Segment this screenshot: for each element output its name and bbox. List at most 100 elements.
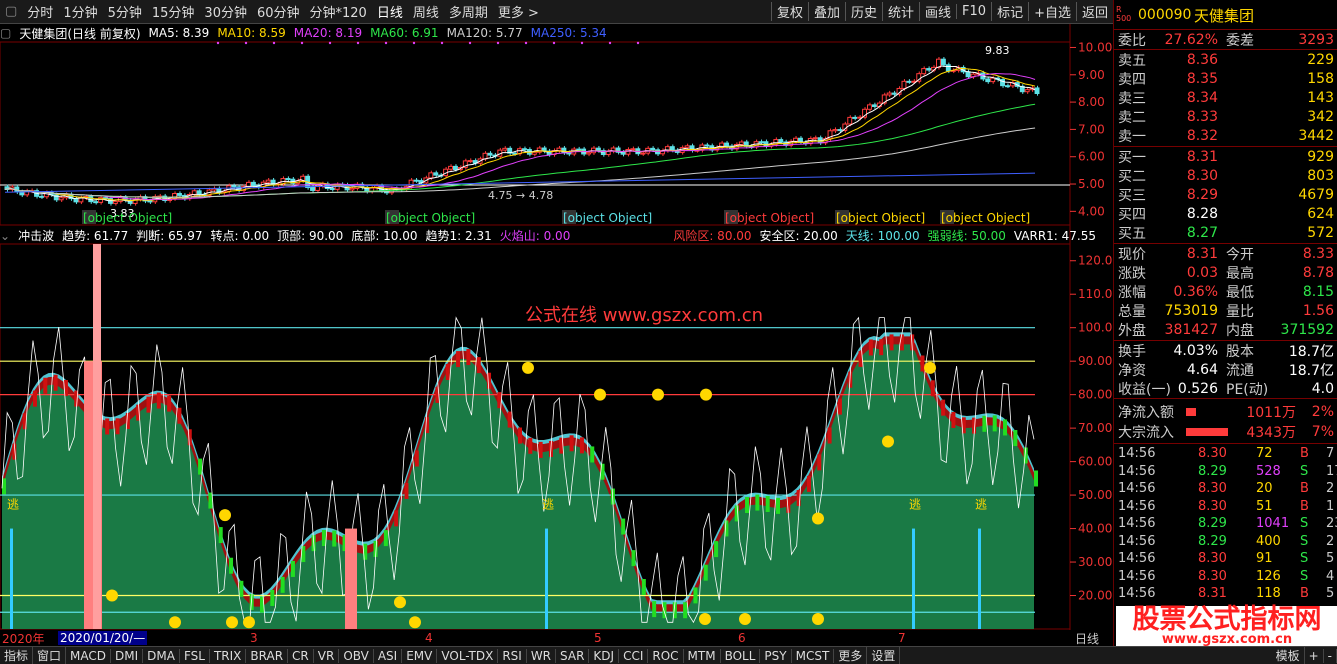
tick-time: 14:56 (1118, 481, 1156, 496)
trend-step-bar (394, 510, 399, 527)
period-tab[interactable]: 分时 (22, 2, 58, 21)
toolbar-button[interactable]: 复权 (770, 2, 808, 21)
ask-row: 卖一 8.32 3442 (1116, 126, 1336, 145)
emoji-face-icon (739, 612, 751, 625)
trend-step-bar (146, 396, 151, 413)
indicator-tab[interactable]: TRIX (210, 648, 247, 663)
toolbar-menu-icon[interactable]: ▢ (0, 4, 22, 19)
stat-label: 量比 (1226, 303, 1254, 320)
period-tab[interactable]: 1分钟 (58, 2, 102, 21)
toolbar-button[interactable]: 画线 (919, 2, 956, 21)
indicator-tab[interactable]: ROC (648, 648, 684, 663)
indicator-tab[interactable]: CCI (619, 648, 649, 663)
tick-time: 14:56 (1118, 568, 1156, 584)
tick-time: 14:56 (1118, 516, 1156, 531)
indicator-tab[interactable]: PSY (760, 648, 792, 663)
mid-annotation: 4.75 → 4.78 (488, 189, 553, 202)
bid-row: 买五 8.27 572 (1116, 223, 1336, 242)
flow-value: 4343万 (1246, 424, 1296, 441)
kline-chart[interactable]: 10.009.008.007.006.005.004.009.833.834.7… (0, 24, 1113, 646)
signal-dot (496, 41, 500, 45)
trend-step-bar (290, 560, 295, 577)
candle-body (595, 147, 601, 152)
tick-time: 14:56 (1118, 446, 1156, 461)
indicator-tab[interactable]: 窗口 (33, 647, 67, 664)
candle-body (738, 141, 744, 145)
toolbar-button[interactable]: 统计 (882, 2, 919, 21)
trend-step-bar (43, 377, 48, 394)
tick-count: 1 (1326, 498, 1335, 514)
trend-step-bar (951, 411, 956, 428)
bid-volume: 572 (1307, 224, 1334, 241)
indicator-tab[interactable]: MACD (66, 648, 112, 663)
indicator-tab[interactable]: VR (314, 648, 340, 663)
toolbar-button[interactable]: 历史 (844, 2, 882, 21)
indicator-tab[interactable]: - (1324, 648, 1337, 663)
toolbar-button[interactable]: 返回 (1075, 2, 1113, 21)
indicator-tab[interactable]: 设置 (867, 647, 901, 664)
indicator-tab[interactable]: DMA (143, 648, 180, 663)
indicator-tab[interactable]: BRAR (246, 648, 289, 663)
period-tab[interactable]: 30分钟 (199, 2, 252, 21)
ind-tick-label: 40.00 (1078, 522, 1112, 536)
indicator-tab[interactable]: 指标 (0, 647, 34, 664)
stat-label: 收益(一) (1118, 381, 1171, 398)
trend-step-bar (270, 589, 275, 606)
indicator-toggle-icon[interactable]: ⌄ (0, 229, 10, 243)
indicator-tab[interactable]: VOL-TDX (437, 648, 499, 663)
indicator-tab[interactable]: SAR (556, 648, 590, 663)
stat-label: 净资 (1118, 362, 1146, 379)
candle-body (531, 151, 537, 155)
toolbar-button[interactable]: F10 (956, 4, 991, 19)
period-tab[interactable]: 分钟*120 (305, 2, 372, 21)
indicator-tab[interactable]: ASI (374, 648, 403, 663)
emoji-face-icon (394, 596, 406, 609)
tick-volume: 20 (1256, 481, 1273, 496)
candle-body (576, 148, 582, 151)
indicator-tab[interactable]: 更多 (834, 647, 868, 664)
candle-body (453, 165, 458, 170)
stat-label: 换手 (1118, 343, 1146, 360)
indicator-tab[interactable]: MTM (684, 648, 721, 663)
emoji-face-icon (219, 509, 231, 522)
indicator-tab[interactable]: CR (288, 648, 314, 663)
period-tab[interactable]: 周线 (408, 2, 444, 21)
price-tick-label: 5.00 (1078, 177, 1105, 191)
period-tab[interactable]: 日线 (372, 2, 408, 21)
indicator-tab[interactable]: FSL (180, 648, 210, 663)
candle-body (867, 104, 872, 110)
trend-step-bar (167, 395, 172, 412)
period-tab[interactable]: 15分钟 (147, 2, 200, 21)
bid-volume: 624 (1307, 205, 1334, 222)
toolbar-button[interactable]: +自选 (1028, 2, 1076, 21)
bid-volume: 803 (1307, 167, 1334, 184)
index-badge: R 500 (1116, 5, 1132, 23)
period-tab[interactable]: 5分钟 (103, 2, 147, 21)
indicator-tab[interactable]: EMV (402, 648, 438, 663)
indicator-value: 顶部: 90.00 (277, 229, 344, 243)
indicator-tab[interactable]: + (1305, 648, 1324, 663)
emoji-face-icon (924, 361, 936, 374)
toolbar-button[interactable]: 叠加 (807, 2, 845, 21)
stat-row: 现价 8.31 今开 8.33 (1116, 244, 1336, 263)
period-tab[interactable]: 60分钟 (252, 2, 305, 21)
emoji-face-icon (812, 612, 824, 625)
indicator-tab[interactable]: BOLL (721, 648, 761, 663)
indicator-tab[interactable]: 模板 (1272, 647, 1305, 664)
toolbar-button[interactable]: 标记 (991, 2, 1028, 21)
tick-count: 4 (1326, 568, 1335, 584)
candle-body (349, 187, 355, 191)
indicator-tab[interactable]: MCST (792, 648, 835, 663)
escape-label: 逃 (7, 497, 19, 511)
ask-row: 卖二 8.33 342 (1116, 107, 1336, 126)
indicator-tab[interactable]: WR (527, 648, 557, 663)
bid-price: 8.27 (1186, 224, 1218, 241)
period-tab[interactable]: 多周期 (444, 2, 493, 21)
indicator-tab[interactable]: OBV (339, 648, 374, 663)
stat-label: 现价 (1118, 246, 1146, 263)
settings-icon[interactable]: ▢ (0, 26, 11, 40)
indicator-tab[interactable]: RSI (498, 648, 527, 663)
indicator-tab[interactable]: KDJ (589, 648, 620, 663)
period-tab[interactable]: 更多 > (493, 2, 544, 21)
indicator-tab[interactable]: DMI (111, 648, 144, 663)
